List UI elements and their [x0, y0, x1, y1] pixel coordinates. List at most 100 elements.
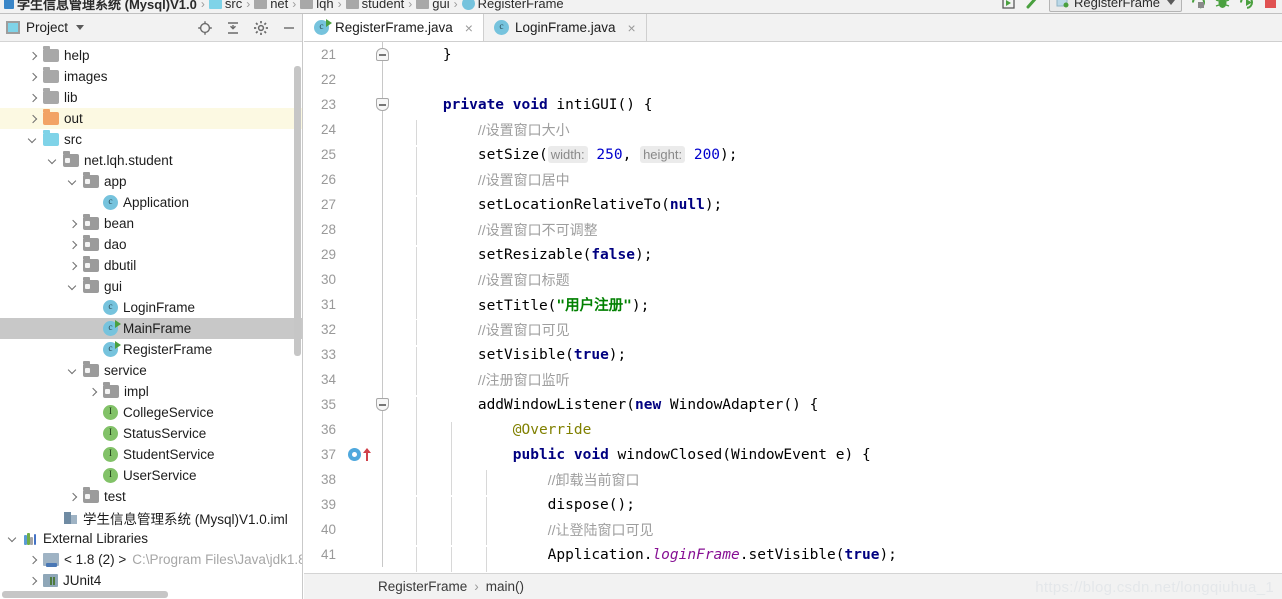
code-text[interactable]: setSize(width: 250, height: 200);: [396, 145, 1282, 172]
chevron-down-icon[interactable]: [48, 155, 59, 166]
tree-item-dao[interactable]: dao: [0, 234, 302, 255]
breadcrumb-item-4[interactable]: student: [345, 0, 404, 11]
project-tree-scroll[interactable]: help images lib out src net.lqh.student app c Ap…: [0, 43, 302, 599]
code-text[interactable]: setVisible(true);: [396, 346, 1282, 372]
overrides-method-icon[interactable]: [348, 447, 371, 461]
navigation-breadcrumb[interactable]: 学生信息管理系统 (Mysql)V1.0 › src › net › lqh › student…: [4, 0, 564, 13]
project-structure-icon[interactable]: [1001, 0, 1016, 10]
code-text[interactable]: setLocationRelativeTo(null);: [396, 196, 1282, 222]
editor-gutter[interactable]: [346, 192, 371, 217]
tree-item-service[interactable]: service: [0, 360, 302, 381]
editor-gutter[interactable]: [346, 417, 371, 442]
code-text[interactable]: setTitle("用户注册");: [396, 294, 1282, 319]
tree-item-statusservice[interactable]: I StatusService: [0, 423, 302, 444]
chevron-down-icon[interactable]: [1167, 0, 1175, 5]
code-text[interactable]: //设置窗口标题: [396, 269, 1282, 295]
chevron-right-icon[interactable]: [28, 71, 39, 82]
hide-icon[interactable]: [281, 20, 297, 36]
chevron-right-icon[interactable]: [68, 491, 79, 502]
fold-gutter[interactable]: [371, 467, 396, 492]
editor-tab-bar[interactable]: c RegisterFrame.java × c LoginFrame.java ×: [304, 14, 1282, 42]
fold-toggle-icon[interactable]: [376, 98, 389, 111]
code-line-37[interactable]: 37 public void windowClosed(WindowEvent …: [304, 442, 1282, 472]
breadcrumb-item-5[interactable]: gui: [416, 0, 450, 11]
tree-item-studentservice[interactable]: I StudentService: [0, 444, 302, 465]
fold-gutter[interactable]: [371, 392, 396, 417]
tree-item-bean[interactable]: bean: [0, 213, 302, 234]
chevron-down-icon[interactable]: [28, 134, 39, 145]
fold-gutter[interactable]: [371, 42, 396, 67]
editor-gutter[interactable]: [346, 517, 371, 542]
fold-gutter[interactable]: [371, 517, 396, 542]
tree-item--mysql-v1-0-iml[interactable]: 学生信息管理系统 (Mysql)V1.0.iml: [0, 507, 302, 528]
editor-tab-loginframe-java[interactable]: c LoginFrame.java ×: [484, 14, 647, 41]
tree-item-registerframe[interactable]: c RegisterFrame: [0, 339, 302, 360]
code-text[interactable]: //设置窗口不可调整: [396, 219, 1282, 245]
project-panel-title-group[interactable]: Project: [6, 20, 85, 35]
chevron-right-icon[interactable]: [28, 575, 39, 586]
project-panel-toolbar[interactable]: [197, 14, 297, 42]
tree-item-out[interactable]: out: [0, 108, 302, 129]
code-text[interactable]: addWindowListener(new WindowAdapter() {: [396, 396, 1282, 422]
editor-gutter[interactable]: [346, 42, 371, 67]
code-line-30[interactable]: 30 //设置窗口标题: [304, 267, 1282, 295]
run-icon[interactable]: [1239, 0, 1254, 10]
breadcrumb-item-6[interactable]: RegisterFrame: [461, 0, 564, 11]
chevron-right-icon[interactable]: [88, 386, 99, 397]
editor-tab-registerframe-java[interactable]: c RegisterFrame.java ×: [304, 14, 484, 41]
tree-item--1-8-2-[interactable]: < 1.8 (2) > C:\Program Files\Java\jdk1.8.: [0, 549, 302, 570]
chevron-right-icon[interactable]: [68, 239, 79, 250]
editor-gutter[interactable]: [346, 217, 371, 242]
editor-gutter[interactable]: [346, 117, 371, 142]
debug-icon[interactable]: [1215, 0, 1230, 10]
fold-gutter[interactable]: [371, 267, 396, 292]
editor-gutter[interactable]: [346, 317, 371, 342]
code-text[interactable]: //设置窗口可见: [396, 319, 1282, 345]
fold-gutter[interactable]: [371, 142, 396, 167]
chevron-down-icon[interactable]: [76, 25, 85, 30]
project-tree[interactable]: help images lib out src net.lqh.student app c Ap…: [0, 43, 302, 591]
chevron-right-icon[interactable]: [28, 50, 39, 61]
tree-item-app[interactable]: app: [0, 171, 302, 192]
editor-gutter[interactable]: [346, 242, 371, 267]
code-text[interactable]: //设置窗口大小: [396, 119, 1282, 145]
run-with-coverage-icon[interactable]: [1191, 0, 1206, 10]
code-line-34[interactable]: 34 //注册窗口监听: [304, 367, 1282, 395]
code-text[interactable]: }: [396, 47, 1282, 63]
tree-item-net-lqh-student[interactable]: net.lqh.student: [0, 150, 302, 171]
chevron-right-icon[interactable]: [28, 92, 39, 103]
search-icon[interactable]: [1025, 0, 1040, 10]
chevron-right-icon[interactable]: [28, 554, 39, 565]
fold-gutter[interactable]: [371, 217, 396, 242]
code-text[interactable]: //卸载当前窗口: [396, 469, 1282, 495]
code-line-27[interactable]: 27 setLocationRelativeTo(null);: [304, 192, 1282, 222]
code-text[interactable]: //注册窗口监听: [396, 369, 1282, 395]
tree-item-loginframe[interactable]: c LoginFrame: [0, 297, 302, 318]
fold-gutter[interactable]: [371, 292, 396, 317]
breadcrumb-item-1[interactable]: src: [208, 0, 242, 11]
editor-gutter[interactable]: [346, 542, 371, 567]
fold-gutter[interactable]: [371, 92, 396, 117]
fold-gutter[interactable]: [371, 192, 396, 217]
chevron-down-icon[interactable]: [68, 365, 79, 376]
fold-toggle-icon[interactable]: [376, 398, 389, 411]
code-line-35[interactable]: 35 addWindowListener(new WindowAdapter()…: [304, 392, 1282, 422]
stop-icon[interactable]: [1263, 0, 1278, 10]
tree-item-mainframe[interactable]: c MainFrame: [0, 318, 302, 339]
collapse-all-icon[interactable]: [225, 20, 241, 36]
project-panel-vertical-scrollbar[interactable]: [294, 66, 301, 356]
editor-gutter[interactable]: [346, 392, 371, 417]
code-text[interactable]: //设置窗口居中: [396, 169, 1282, 195]
project-panel-horizontal-scrollbar[interactable]: [2, 591, 168, 598]
editor-gutter[interactable]: [346, 267, 371, 292]
tree-item-external-libraries[interactable]: External Libraries: [0, 528, 302, 549]
code-line-32[interactable]: 32 //设置窗口可见: [304, 317, 1282, 345]
code-line-39[interactable]: 39 dispose();: [304, 492, 1282, 522]
editor-gutter[interactable]: [346, 492, 371, 517]
fold-gutter[interactable]: [371, 367, 396, 392]
fold-gutter[interactable]: [371, 167, 396, 192]
chevron-right-icon[interactable]: [68, 218, 79, 229]
code-line-31[interactable]: 31 setTitle("用户注册");: [304, 292, 1282, 319]
tree-item-dbutil[interactable]: dbutil: [0, 255, 302, 276]
code-line-28[interactable]: 28 //设置窗口不可调整: [304, 217, 1282, 245]
